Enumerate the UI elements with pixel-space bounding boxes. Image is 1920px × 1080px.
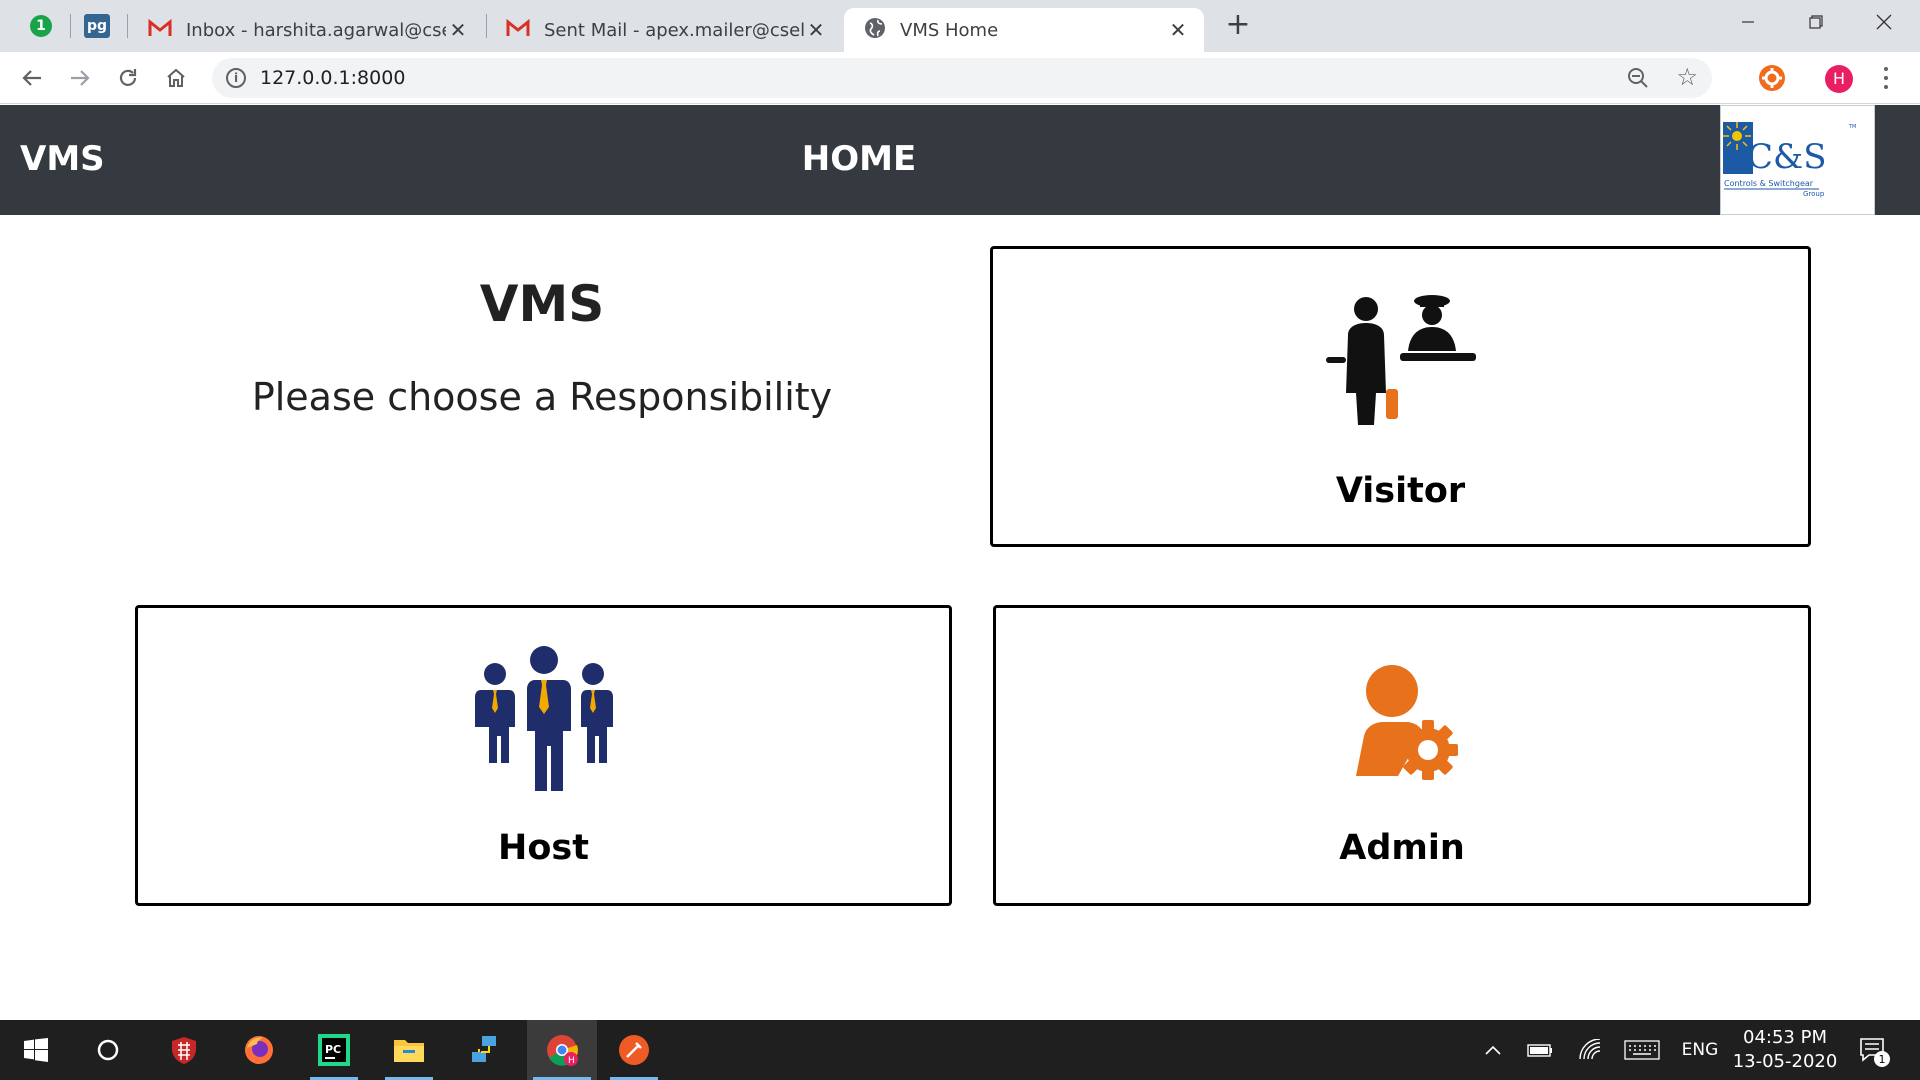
browser-menu-button[interactable] [1876, 64, 1896, 92]
page-title: HOME [0, 139, 1718, 179]
pycharm-icon: PC [318, 1034, 350, 1066]
taskbar-firefox[interactable] [229, 1020, 289, 1080]
logo-tagline: Controls & Switchgear [1724, 179, 1814, 188]
close-window-button[interactable] [1850, 0, 1918, 44]
info-icon[interactable]: i [226, 68, 246, 88]
restore-button[interactable] [1782, 0, 1850, 44]
start-button[interactable] [6, 1020, 66, 1080]
keyboard-button[interactable] [1622, 1020, 1662, 1080]
company-logo: C&S Controls & Switchgear Group TM [1720, 105, 1875, 215]
extension-icon[interactable] [1759, 65, 1785, 91]
language-indicator[interactable]: ENG [1676, 1020, 1724, 1080]
zoom-out-icon[interactable] [1626, 66, 1650, 94]
reload-button[interactable] [112, 62, 144, 94]
taskbar-postman[interactable] [604, 1020, 664, 1080]
folder-icon [394, 1040, 424, 1062]
keyboard-icon [1624, 1040, 1660, 1060]
visitor-icon [1325, 293, 1476, 432]
address-bar[interactable]: i 127.0.0.1:8000 ☆ [212, 58, 1712, 98]
chevron-up-icon [1485, 1045, 1501, 1055]
counter-badge-icon: 1 [30, 15, 52, 37]
intro-heading: VMS [479, 275, 605, 333]
admin-card[interactable]: Admin [993, 605, 1811, 906]
gmail-icon [506, 18, 530, 42]
admin-label: Admin [1339, 828, 1465, 868]
minimize-icon [1742, 21, 1754, 23]
restore-icon [1809, 15, 1823, 29]
visitor-card[interactable]: Visitor [990, 246, 1811, 547]
tab-inbox[interactable]: Inbox - harshita.agarwal@cselectric ✕ [128, 8, 484, 52]
back-button[interactable] [16, 62, 48, 94]
firefox-icon [245, 1036, 273, 1064]
profile-avatar[interactable]: H [1825, 65, 1853, 93]
action-center-button[interactable]: 1 [1852, 1020, 1896, 1080]
taskbar-chrome[interactable]: H [527, 1020, 597, 1080]
home-nav-link[interactable]: HOME [802, 139, 916, 179]
gmail-icon [148, 18, 172, 42]
admin-gear-icon [1342, 664, 1462, 788]
tray-overflow-button[interactable] [1478, 1020, 1508, 1080]
tab-title: Sent Mail - apex.mailer@cselectric [544, 19, 804, 41]
notification-count: 1 [1879, 1053, 1886, 1066]
host-group-icon [469, 646, 619, 800]
logo-text: C&S [1747, 137, 1827, 177]
cortana-circle-icon [97, 1039, 119, 1061]
arrow-right-icon [71, 70, 90, 86]
notification-icon: 1 [1860, 1038, 1890, 1067]
network-computers-icon [472, 1036, 496, 1062]
pinned-tab-1[interactable]: 1 [12, 8, 70, 44]
host-label: Host [498, 828, 589, 868]
close-icon [1876, 14, 1892, 30]
search-button[interactable] [78, 1020, 138, 1080]
visitor-label: Visitor [1335, 471, 1466, 511]
tab-vms-home[interactable]: VMS Home ✕ [844, 8, 1204, 52]
host-card[interactable]: Host [135, 605, 952, 906]
tab-sent-mail[interactable]: Sent Mail - apex.mailer@cselectric ✕ [486, 8, 842, 52]
globe-icon [864, 17, 886, 44]
taskbar-pycharm[interactable]: PC [304, 1020, 364, 1080]
reload-icon [119, 69, 137, 86]
browser-tab-strip: 1 pg Inbox - harshita.agarwal@cselectric… [0, 0, 1920, 52]
bookmark-star-icon[interactable]: ☆ [1676, 65, 1698, 89]
logo-group: Group [1803, 190, 1825, 198]
wifi-button[interactable] [1574, 1020, 1606, 1080]
close-tab-icon[interactable]: ✕ [446, 18, 470, 42]
home-button[interactable] [160, 62, 192, 94]
battery-icon [1527, 1044, 1552, 1057]
pinned-tab-2[interactable]: pg [68, 8, 126, 44]
minimize-button[interactable] [1714, 0, 1782, 44]
tab-title: Inbox - harshita.agarwal@cselectric [186, 19, 446, 41]
app-navbar: VMS HOME C&S Controls & Switchgear Group… [0, 105, 1920, 215]
clock-time: 04:53 PM [1743, 1027, 1827, 1048]
logo-tm: TM [1848, 124, 1856, 130]
new-tab-button[interactable]: + [1222, 10, 1254, 42]
wifi-icon [1579, 1039, 1601, 1060]
chrome-icon: H [547, 1035, 578, 1066]
taskbar-security-app[interactable] [154, 1020, 214, 1080]
url-text[interactable]: 127.0.0.1:8000 [260, 67, 405, 89]
intro-subtitle: Please choose a Responsibility [251, 375, 833, 419]
windows-taskbar: PC H ENG 04:53 PM 13-05-2020 1 [0, 1020, 1920, 1080]
home-icon [167, 68, 185, 87]
tab-title: VMS Home [900, 19, 999, 41]
pg-icon: pg [84, 14, 110, 38]
svg-text:PC: PC [325, 1043, 341, 1056]
forward-button[interactable] [64, 62, 96, 94]
close-tab-icon[interactable]: ✕ [804, 18, 828, 42]
shield-icon [172, 1037, 196, 1064]
browser-toolbar: i 127.0.0.1:8000 ☆ H [0, 52, 1920, 104]
postman-icon [619, 1035, 649, 1065]
taskbar-clock[interactable]: 04:53 PM 13-05-2020 [1730, 1026, 1840, 1074]
svg-text:H: H [568, 1056, 575, 1066]
battery-button[interactable] [1524, 1020, 1556, 1080]
windows-logo-icon [24, 1038, 48, 1062]
taskbar-file-explorer[interactable] [379, 1020, 439, 1080]
taskbar-network-app[interactable] [454, 1020, 514, 1080]
close-tab-icon[interactable]: ✕ [1166, 18, 1190, 42]
clock-date: 13-05-2020 [1732, 1051, 1838, 1072]
arrow-left-icon [22, 70, 41, 86]
